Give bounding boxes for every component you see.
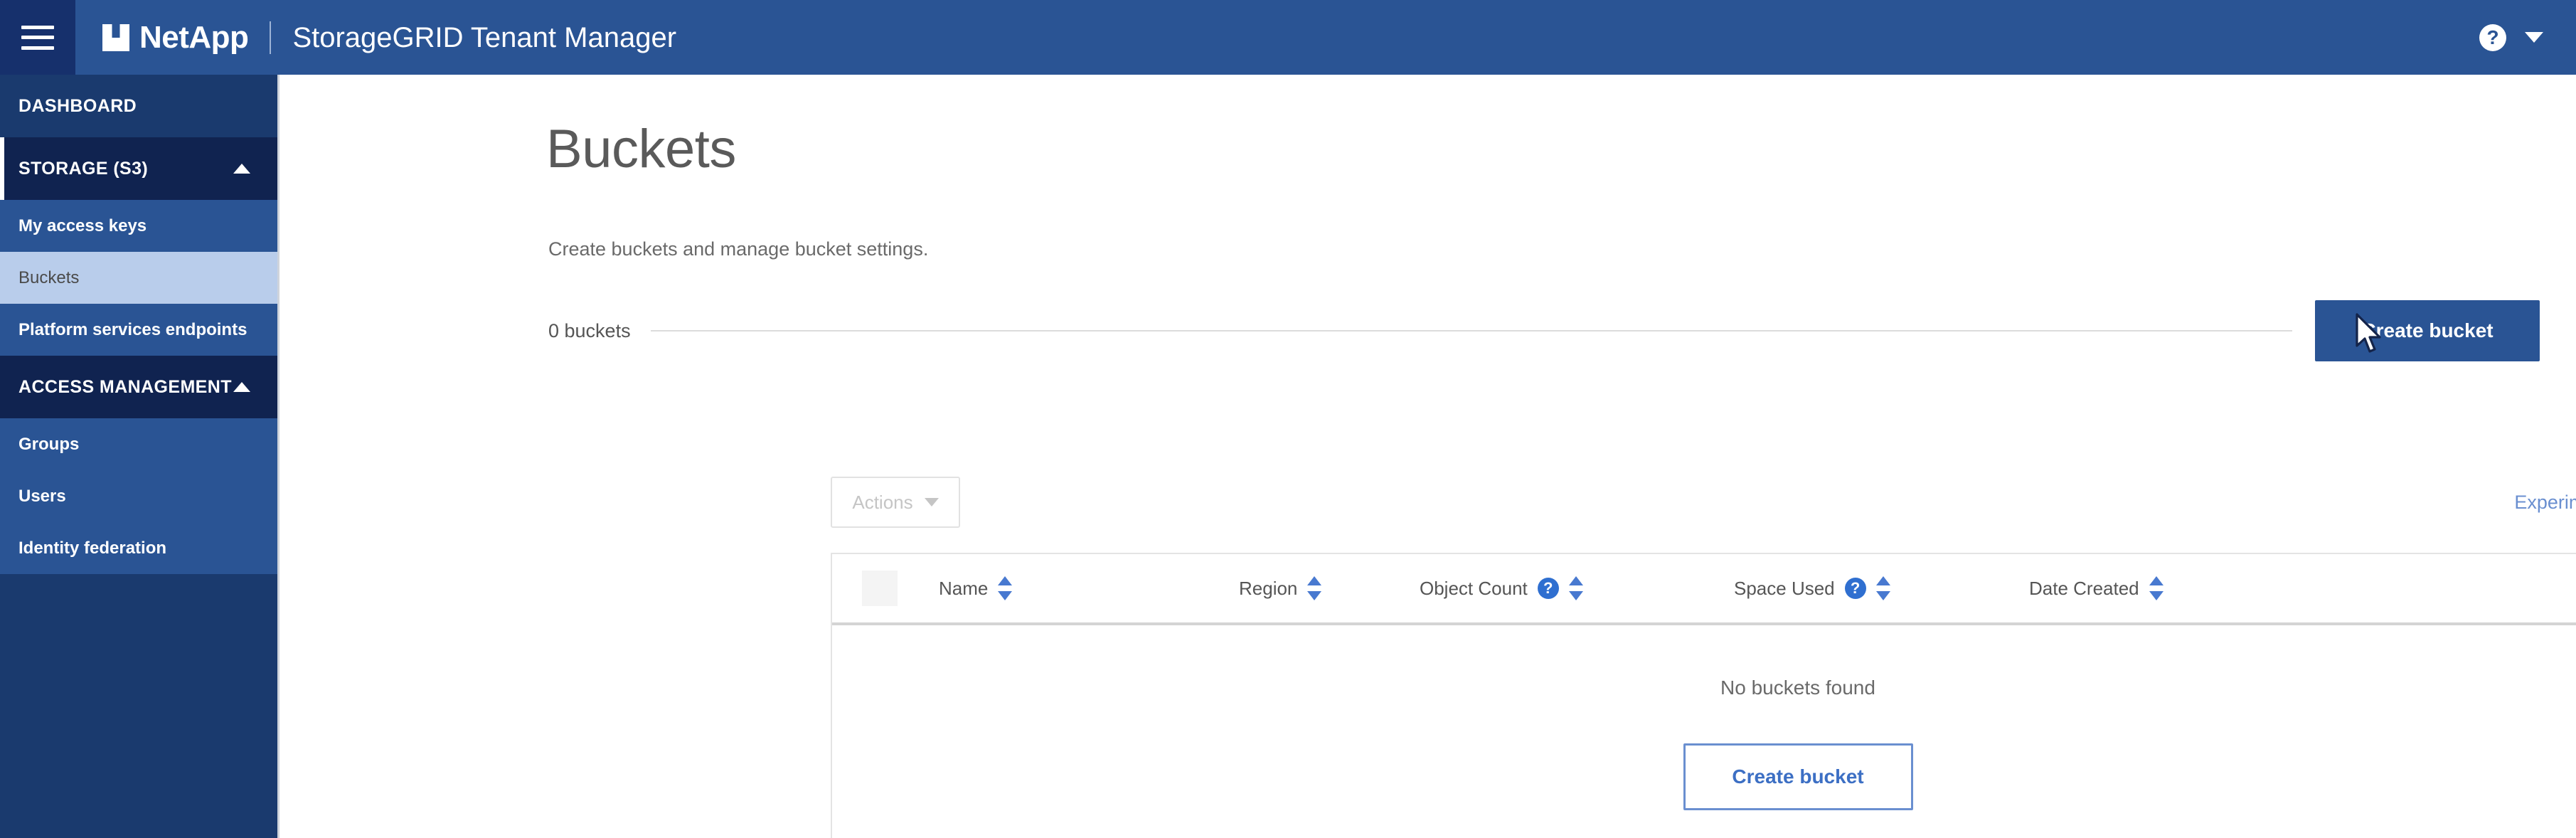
help-icon[interactable]: ?	[1844, 578, 1866, 599]
column-header-date-created[interactable]: Date Created	[2029, 576, 2163, 600]
sidebar-item-my-access-keys[interactable]: My access keys	[0, 200, 277, 252]
sort-toggle-icon[interactable]	[1307, 576, 1322, 600]
brand-name: NetApp	[139, 19, 249, 55]
chevron-up-icon	[233, 164, 250, 174]
sidebar-item-buckets[interactable]: Buckets	[0, 252, 277, 304]
table-header-row: Name Region Object Count ? Space Used ? …	[832, 554, 2576, 625]
chevron-up-icon	[233, 382, 250, 392]
menu-toggle-button[interactable]	[0, 0, 75, 75]
buckets-table: Name Region Object Count ? Space Used ? …	[831, 553, 2576, 838]
create-bucket-button[interactable]: Create bucket	[2315, 300, 2540, 361]
sidebar-section-label: STORAGE (S3)	[18, 158, 149, 179]
sidebar-item-platform-services-endpoints[interactable]: Platform services endpoints	[0, 304, 277, 356]
divider-rule	[650, 330, 2292, 332]
column-label: Space Used	[1734, 577, 1835, 599]
table-empty-state: No buckets found Create bucket	[832, 625, 2576, 838]
column-label: Name	[939, 577, 989, 599]
page-title: Buckets	[546, 119, 736, 179]
sidebar-section-storage-s3[interactable]: STORAGE (S3)	[0, 137, 277, 200]
column-header-region[interactable]: Region	[1239, 576, 1322, 600]
column-header-space-used[interactable]: Space Used ?	[1734, 576, 1890, 600]
netapp-mark-icon	[102, 23, 129, 51]
sort-toggle-icon[interactable]	[998, 576, 1013, 600]
page-subtitle: Create buckets and manage bucket setting…	[548, 238, 929, 260]
experimental-s3-console-link[interactable]: Experimental S3 Console	[2514, 492, 2576, 514]
sidebar: DASHBOARD STORAGE (S3) My access keys Bu…	[0, 75, 280, 838]
console-link-label: Experimental S3 Console	[2514, 491, 2576, 513]
brand-area: NetApp StorageGRID Tenant Manager	[75, 0, 2479, 75]
select-all-checkbox[interactable]	[862, 571, 898, 606]
empty-state-create-bucket-button[interactable]: Create bucket	[1683, 743, 1913, 810]
sidebar-section-label: ACCESS MANAGEMENT	[18, 376, 232, 397]
top-bar: NetApp StorageGRID Tenant Manager ?	[0, 0, 2576, 75]
chevron-down-icon	[924, 498, 939, 506]
column-label: Region	[1239, 577, 1298, 599]
sidebar-item-groups[interactable]: Groups	[0, 418, 277, 470]
hamburger-icon	[21, 25, 54, 50]
brand-divider	[270, 21, 272, 54]
column-header-name[interactable]: Name	[939, 576, 1013, 600]
netapp-logo[interactable]: NetApp	[102, 19, 249, 55]
top-bar-actions: ?	[2479, 23, 2576, 51]
help-circle-icon[interactable]: ?	[2479, 23, 2506, 51]
chevron-down-icon[interactable]	[2525, 32, 2543, 43]
sidebar-item-users[interactable]: Users	[0, 470, 277, 522]
table-toolbar: Actions Experimental S3 Console	[831, 477, 2576, 528]
sort-toggle-icon[interactable]	[1568, 576, 1583, 600]
column-header-object-count[interactable]: Object Count ?	[1420, 576, 1583, 600]
sort-toggle-icon[interactable]	[1875, 576, 1890, 600]
app-root: NetApp StorageGRID Tenant Manager ? DASH…	[0, 0, 2576, 838]
main-content: Buckets Create buckets and manage bucket…	[282, 75, 2576, 838]
actions-dropdown-button[interactable]: Actions	[831, 477, 960, 528]
column-label: Date Created	[2029, 577, 2139, 599]
sort-toggle-icon[interactable]	[2149, 576, 2163, 600]
empty-state-message: No buckets found	[1720, 677, 1875, 699]
column-label: Object Count	[1420, 577, 1528, 599]
sidebar-section-access-management[interactable]: ACCESS MANAGEMENT	[0, 356, 277, 418]
bucket-count-row: 0 buckets Create bucket	[548, 292, 2540, 370]
sidebar-item-identity-federation[interactable]: Identity federation	[0, 522, 277, 574]
sidebar-item-dashboard[interactable]: DASHBOARD	[0, 75, 277, 137]
app-title: StorageGRID Tenant Manager	[292, 21, 677, 53]
bucket-count-label: 0 buckets	[548, 319, 631, 341]
help-icon[interactable]: ?	[1537, 578, 1559, 599]
actions-label: Actions	[852, 491, 913, 513]
